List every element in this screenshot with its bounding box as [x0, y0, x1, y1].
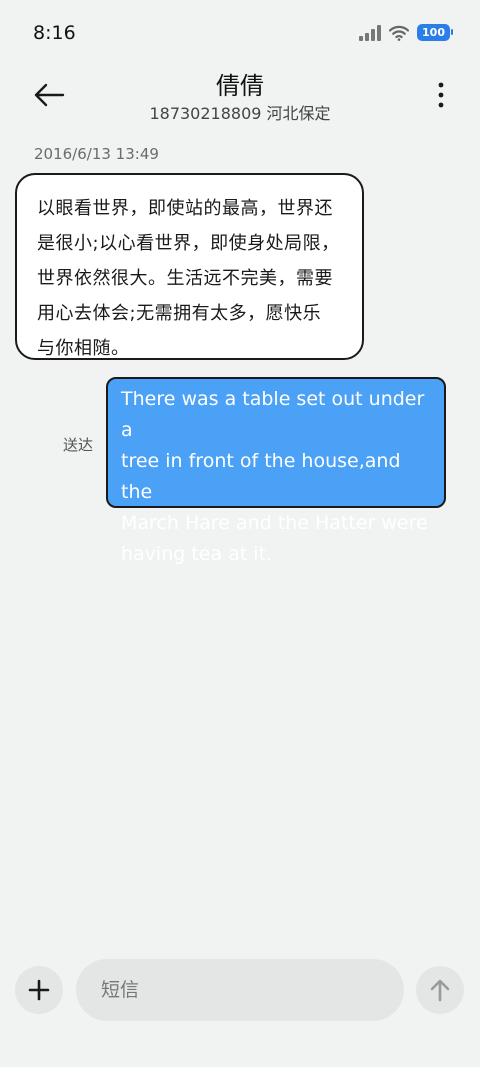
plus-icon — [28, 979, 50, 1001]
message-line: 以眼看世界，即使站的最高，世界还 — [37, 198, 333, 219]
battery-icon: 100 — [417, 24, 453, 41]
message-line: 世界依然很大。生活远不完美，需要 — [37, 268, 333, 289]
more-options-button[interactable] — [434, 78, 448, 112]
message-line: tree in front of the house,and the — [121, 450, 401, 503]
status-bar: 8:16 100 — [0, 0, 480, 66]
message-line: 是很小;以心看世界，即使身处局限， — [37, 233, 340, 254]
status-time: 8:16 — [33, 22, 76, 44]
outgoing-message-bubble[interactable]: There was a table set out under a tree i… — [106, 377, 446, 565]
arrow-up-icon — [430, 979, 450, 1002]
messaging-screen: 8:16 100 倩倩 18730218809 河北保定 2016/6/13 1… — [0, 0, 480, 1067]
message-line: 用心去体会;无需拥有太多，愿快乐 — [37, 303, 322, 324]
add-attachment-button[interactable] — [15, 966, 63, 1014]
message-line: 与你相随。 — [37, 338, 130, 359]
more-vertical-icon — [438, 82, 444, 108]
wifi-icon — [389, 25, 410, 41]
send-button[interactable] — [416, 966, 464, 1014]
message-line: There was a table set out under a — [121, 388, 425, 441]
incoming-message-bubble[interactable]: 以眼看世界，即使站的最高，世界还 是很小;以心看世界，即使身处局限， 世界依然很… — [15, 173, 364, 360]
signal-icon — [359, 24, 382, 41]
delivery-status: 送达 — [63, 436, 94, 454]
message-line: having tea at it. — [121, 543, 273, 565]
contact-subtitle: 18730218809 河北保定 — [149, 104, 331, 123]
contact-name: 倩倩 — [216, 72, 264, 100]
status-icons: 100 — [359, 24, 453, 41]
message-line: March Hare and the Hatter were — [121, 512, 428, 534]
sms-input[interactable] — [76, 959, 404, 1021]
message-timestamp: 2016/6/13 13:49 — [34, 145, 159, 163]
